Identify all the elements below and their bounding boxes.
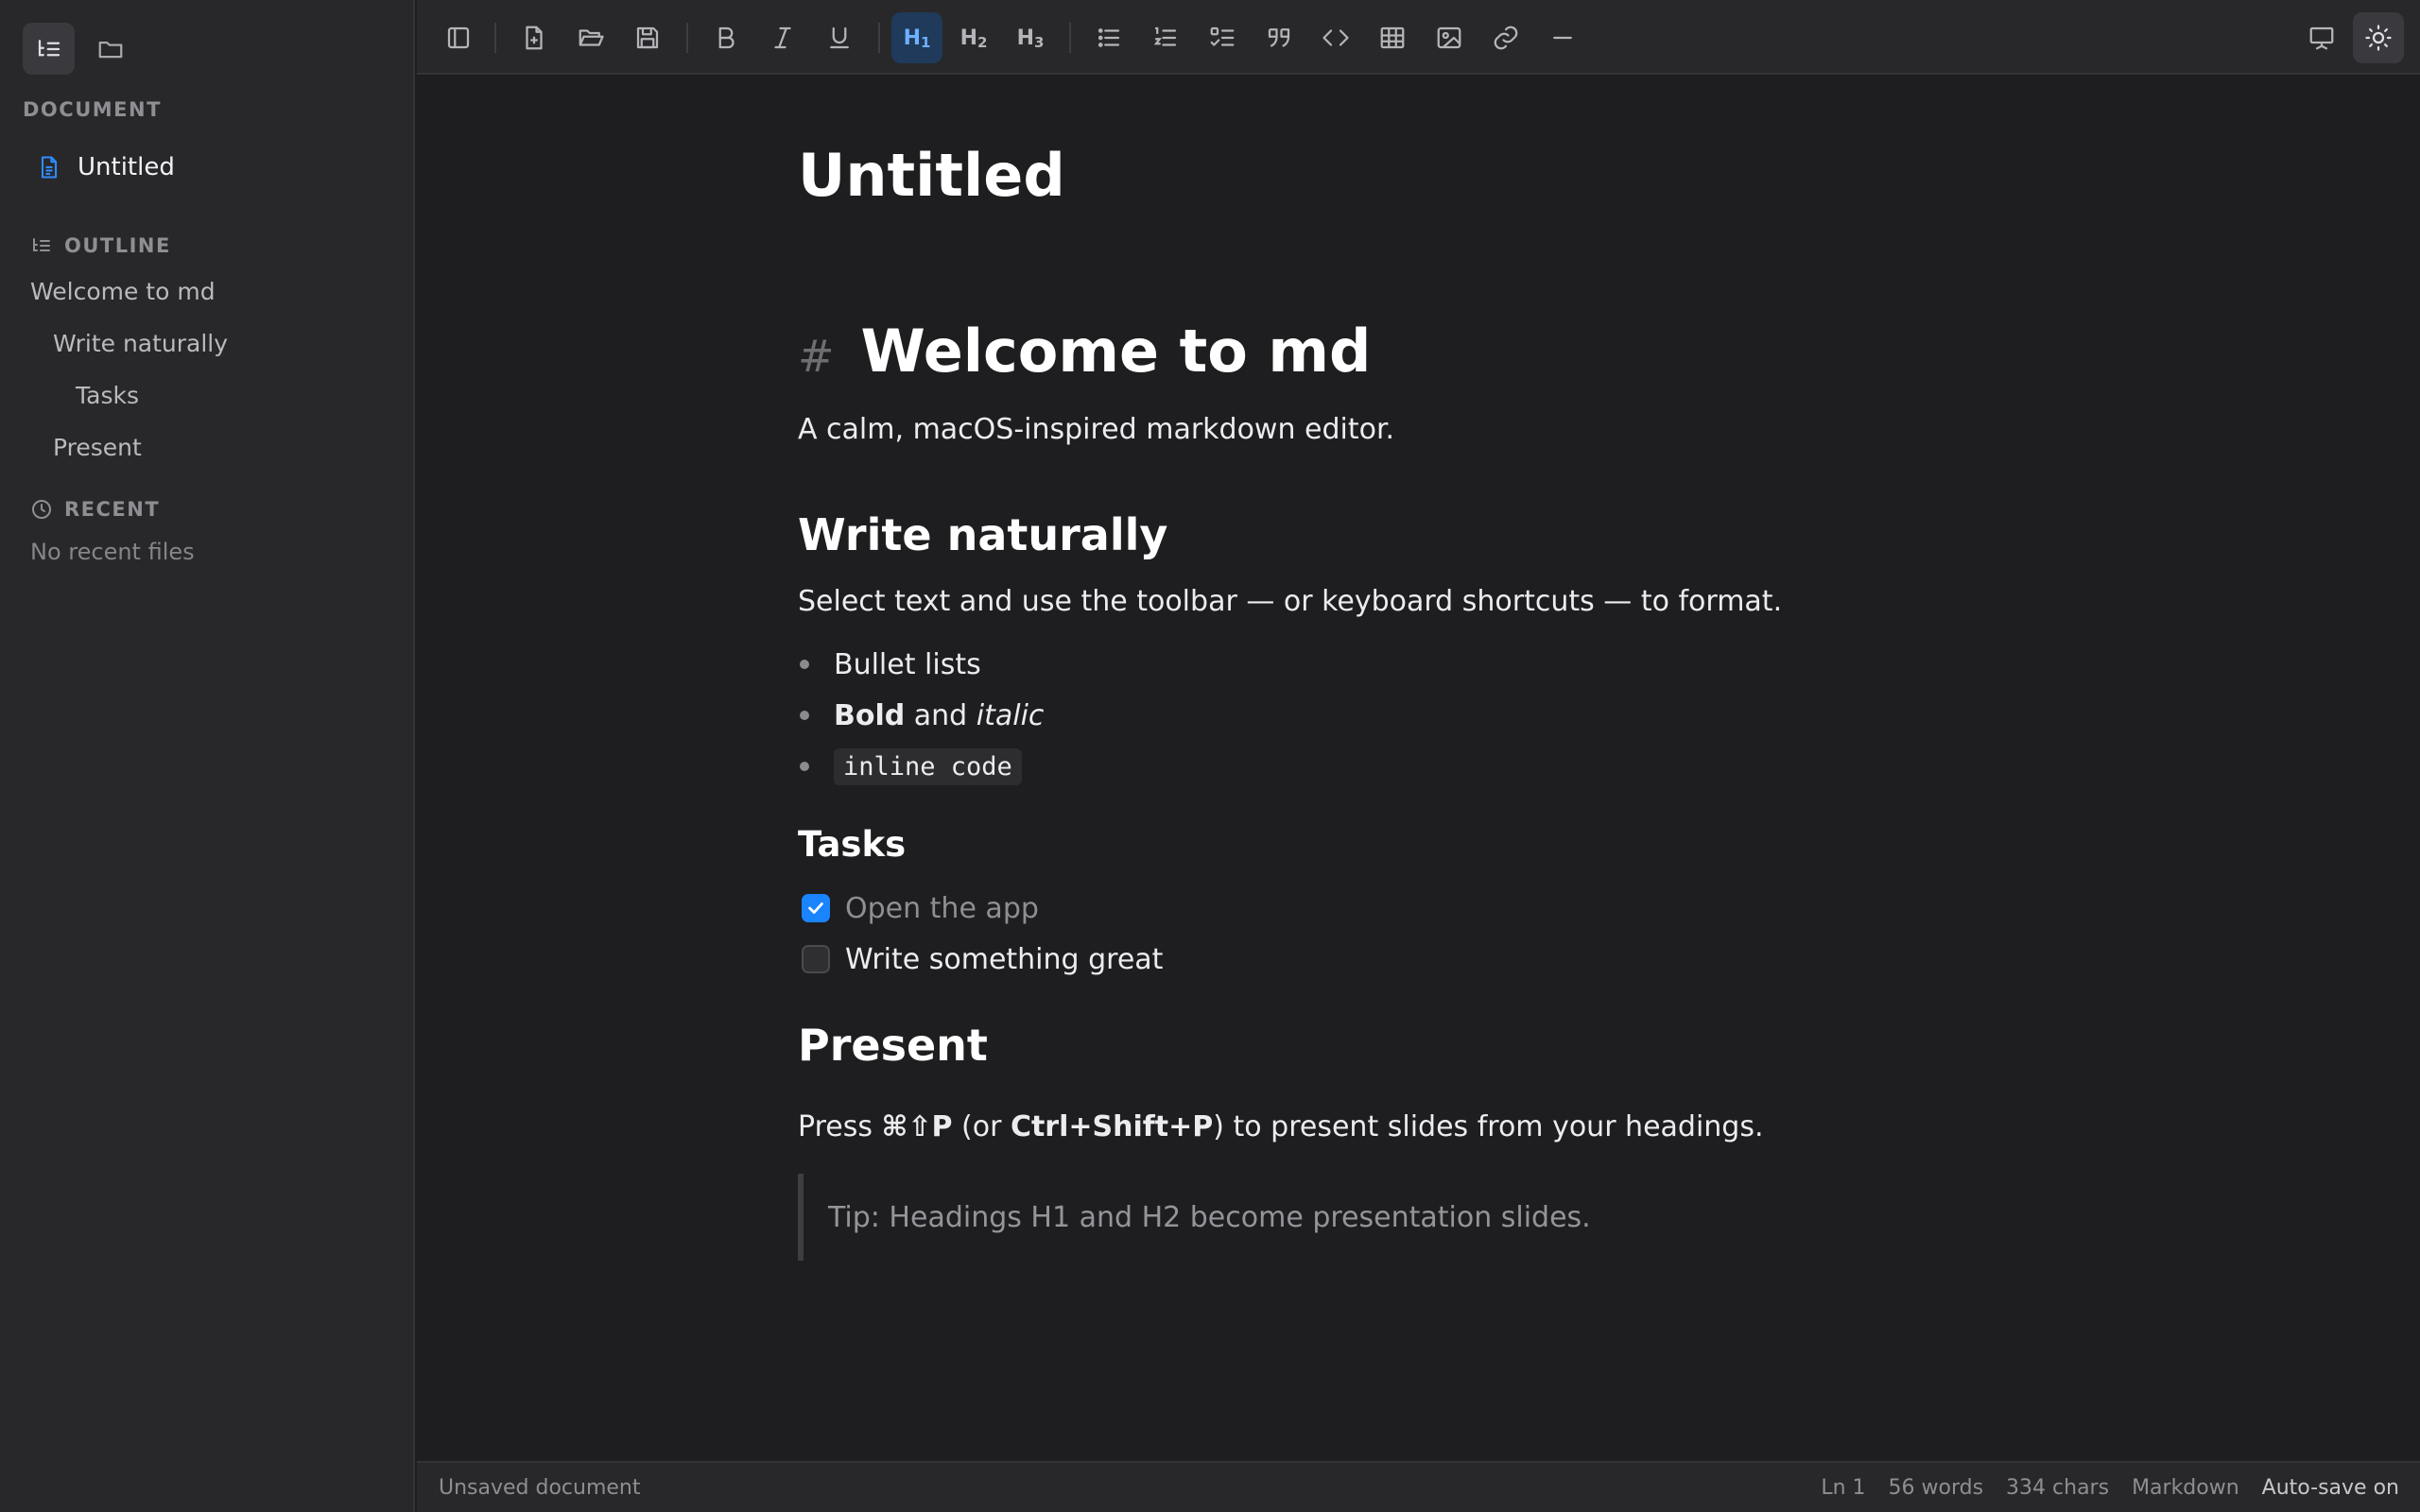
heading-welcome[interactable]: # Welcome to md [798, 317, 1371, 386]
italic-icon [774, 26, 791, 49]
link-button[interactable] [1480, 12, 1531, 63]
list-item[interactable]: Bullet lists [798, 645, 981, 683]
outline-tab[interactable] [23, 23, 75, 75]
document-heading: DOCUMENT [23, 98, 162, 121]
horizontal-rule-icon [1553, 36, 1572, 40]
outline-small-icon [33, 238, 50, 251]
toggle-sidebar-button[interactable] [433, 12, 484, 63]
present-paragraph[interactable]: Press ⌘⇧P (or Ctrl+Shift+P) to present s… [798, 1110, 1764, 1143]
open-file-button[interactable] [565, 12, 616, 63]
heading-2-button[interactable]: H2 [948, 12, 999, 63]
sidebar-icon [447, 26, 470, 49]
document-status: Unsaved document [439, 1476, 641, 1500]
heading-3-button[interactable]: H3 [1005, 12, 1056, 63]
app-window: DOCUMENT Untitled OUTLINE Welcome to md … [0, 0, 2420, 1512]
bullet-list-icon [1098, 28, 1120, 47]
folder-open-icon [579, 29, 604, 46]
status-bar: Unsaved document Ln 1 56 words 334 chars… [417, 1461, 2420, 1512]
word-count: 56 words [1888, 1476, 1984, 1500]
heading-2-label: H2 [959, 26, 988, 51]
editor[interactable]: Untitled # Welcome to md A calm, macOS-i… [417, 75, 2420, 1461]
tip-blockquote[interactable]: Tip: Headings H1 and H2 become presentat… [798, 1174, 1649, 1261]
folder-icon [98, 41, 122, 58]
outline-item-welcome[interactable]: Welcome to md [30, 278, 216, 305]
language-mode[interactable]: Markdown [2132, 1476, 2239, 1500]
toolbar-separator [1069, 23, 1071, 53]
write-paragraph[interactable]: Select text and use the toolbar — or key… [798, 585, 1782, 618]
code-icon [1322, 29, 1349, 46]
new-file-button[interactable] [509, 12, 560, 63]
file-plus-icon [526, 26, 543, 50]
presentation-icon [2309, 26, 2334, 50]
present-button[interactable] [2296, 12, 2347, 63]
sidebar-tabs [23, 23, 136, 75]
task-checkbox-unchecked[interactable] [802, 945, 830, 973]
check-icon [808, 902, 823, 914]
sidebar: DOCUMENT Untitled OUTLINE Welcome to md … [0, 0, 415, 1512]
checklist-icon [1210, 26, 1235, 46]
numbered-list-icon [1153, 26, 1177, 46]
task-item[interactable]: Write something great [798, 940, 1163, 978]
bold-button[interactable] [700, 12, 752, 63]
horizontal-rule-button[interactable] [1537, 12, 1588, 63]
toolbar-separator [878, 23, 880, 53]
files-tab[interactable] [84, 23, 136, 75]
toolbar: H1 H2 H3 [417, 0, 2420, 75]
list-item[interactable]: Bold and italic [798, 696, 1044, 734]
heading-1-label: H1 [903, 26, 931, 51]
recent-heading: RECENT [30, 498, 160, 521]
bullet-dot [800, 711, 809, 720]
heading-present[interactable]: Present [798, 1020, 988, 1071]
autosave-status[interactable]: Auto-save on [2262, 1476, 2399, 1500]
task-item[interactable]: Open the app [798, 889, 1039, 927]
heading-write-naturally[interactable]: Write naturally [798, 509, 1167, 560]
image-button[interactable] [1424, 12, 1475, 63]
bullet-dot [800, 660, 809, 669]
table-button[interactable] [1367, 12, 1418, 63]
bullet-list-button[interactable] [1083, 12, 1134, 63]
outline-icon [38, 39, 60, 56]
toolbar-separator [686, 23, 688, 53]
task-checkbox-checked[interactable] [802, 894, 830, 922]
save-button[interactable] [622, 12, 673, 63]
sidebar-document-name: Untitled [78, 153, 175, 181]
save-icon [636, 26, 659, 49]
quote-button[interactable] [1253, 12, 1305, 63]
heading-welcome-text: Welcome to md [860, 317, 1372, 386]
link-icon [1494, 26, 1518, 50]
heading-tasks[interactable]: Tasks [798, 824, 906, 865]
outline-item-tasks[interactable]: Tasks [76, 382, 139, 409]
image-icon [1437, 26, 1461, 49]
recent-empty-message: No recent files [30, 539, 195, 565]
heading-1-button[interactable]: H1 [891, 12, 942, 63]
outline-item-present[interactable]: Present [53, 434, 142, 461]
toolbar-separator [494, 23, 496, 53]
inline-code: inline code [834, 747, 1022, 785]
numbered-list-button[interactable] [1140, 12, 1191, 63]
code-button[interactable] [1310, 12, 1361, 63]
heading-3-label: H3 [1016, 26, 1045, 51]
quote-icon [1268, 28, 1290, 47]
clock-icon [32, 500, 51, 519]
cursor-line: Ln 1 [1821, 1476, 1866, 1500]
intro-paragraph[interactable]: A calm, macOS-inspired markdown editor. [798, 413, 1394, 446]
underline-button[interactable] [814, 12, 865, 63]
table-icon [1380, 26, 1405, 49]
sidebar-document-item[interactable]: Untitled [36, 146, 386, 188]
document-title[interactable]: Untitled [798, 141, 1065, 210]
bullet-dot [800, 762, 809, 771]
bold-icon [718, 26, 735, 49]
status-right: Ln 1 56 words 334 chars Markdown Auto-sa… [1821, 1476, 2399, 1500]
italic-button[interactable] [757, 12, 808, 63]
outline-item-write-naturally[interactable]: Write naturally [53, 330, 228, 357]
task-list-button[interactable] [1197, 12, 1248, 63]
underline-icon [830, 26, 849, 49]
file-text-icon [41, 156, 58, 179]
outline-heading: OUTLINE [30, 234, 171, 257]
char-count: 334 chars [2006, 1476, 2110, 1500]
theme-toggle-button[interactable] [2353, 12, 2404, 63]
heading-marker: # [798, 331, 835, 382]
sun-icon [2365, 25, 2392, 51]
list-item[interactable]: inline code [798, 747, 1022, 785]
